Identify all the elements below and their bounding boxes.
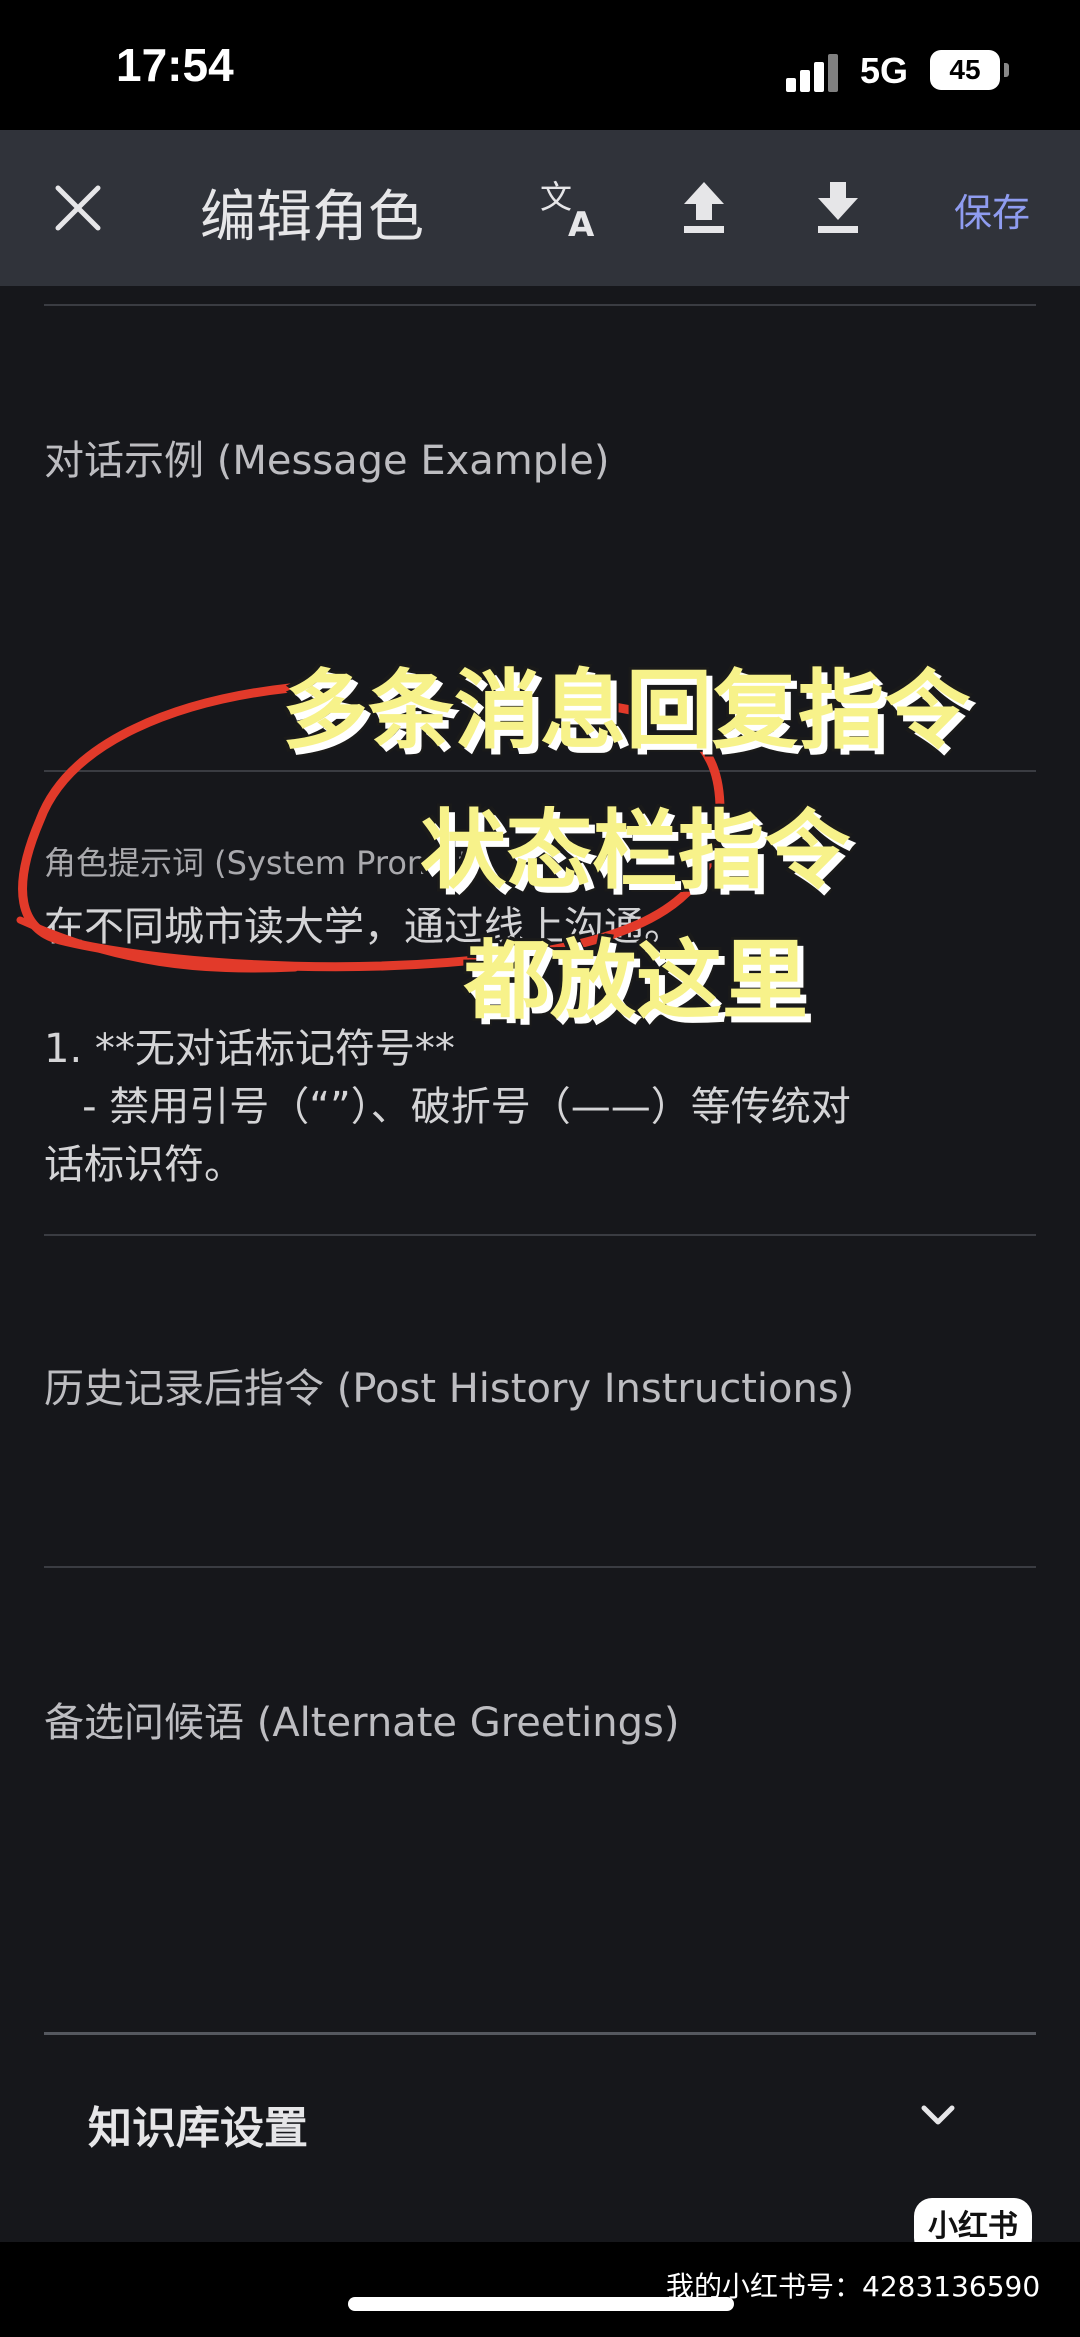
upload-icon[interactable] — [670, 174, 738, 242]
chevron-down-icon[interactable] — [912, 2090, 964, 2142]
battery-icon: 45 — [930, 50, 1000, 90]
divider — [44, 304, 1036, 306]
post-history-field[interactable]: 历史记录后指令 (Post History Instructions) — [44, 1356, 854, 1414]
page-title: 编辑角色 — [200, 185, 424, 250]
download-icon[interactable] — [804, 174, 872, 242]
home-indicator[interactable] — [348, 2297, 734, 2311]
translate-icon[interactable]: 文 A — [538, 174, 606, 242]
alternate-greetings-field[interactable]: 备选问候语 (Alternate Greetings) — [44, 1690, 679, 1748]
save-button[interactable]: 保存 — [954, 182, 1030, 237]
knowledge-base-header[interactable]: 知识库设置 — [88, 2092, 308, 2156]
status-bar: 17:54 5G 45 — [0, 0, 1080, 130]
annotation-text-2: 状态栏指令 — [420, 801, 850, 901]
close-icon[interactable] — [48, 178, 108, 238]
annotation-text-3: 都放这里 — [464, 931, 808, 1031]
app-bar: 编辑角色 文 A 保存 — [0, 130, 1080, 286]
status-time: 17:54 — [116, 39, 234, 91]
battery-tip — [1004, 63, 1009, 77]
annotation-text-1: 多条消息回复指令 — [282, 661, 970, 761]
message-example-field[interactable]: 对话示例 (Message Example) — [44, 428, 610, 486]
divider — [44, 2032, 1036, 2035]
signal-icon — [786, 52, 846, 92]
system-prompt-body[interactable]: 1. **无对话标记符号** - 禁用引号（“”）、破折号（——）等传统对 话标… — [44, 1020, 1034, 1194]
divider — [44, 770, 1036, 772]
system-prompt-label: 角色提示词 (System Prompt) — [44, 844, 484, 882]
network-type: 5G — [860, 50, 909, 91]
divider — [44, 1566, 1036, 1568]
divider — [44, 1234, 1036, 1236]
svg-text:A: A — [568, 205, 595, 242]
